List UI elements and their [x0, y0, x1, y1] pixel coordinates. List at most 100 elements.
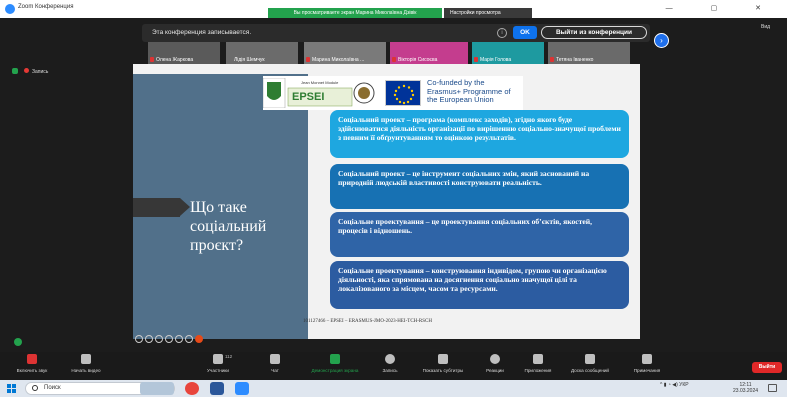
notes-label: Примечания — [633, 368, 661, 373]
apps-label: Приложения — [524, 368, 552, 373]
muted-mic-icon — [474, 57, 478, 62]
apps-icon — [533, 354, 543, 364]
participant-tile[interactable]: Олена Жаркова — [148, 42, 220, 64]
chrome-icon[interactable] — [185, 382, 199, 395]
tool-icon[interactable] — [145, 335, 153, 343]
captions-label: Показать субтитры — [422, 368, 464, 373]
participant-name: Марина Миколаївна ... — [312, 57, 365, 63]
participants-count: 112 — [225, 354, 233, 359]
muted-mic-icon — [550, 57, 554, 62]
info-icon[interactable]: i — [497, 28, 507, 38]
definition-box: Соціальне проектування – це проектування… — [330, 212, 629, 257]
ok-button[interactable]: OK — [513, 26, 537, 39]
project-logo-text: EPSEI — [292, 91, 324, 103]
share-screen-button[interactable]: Демонстрация экрана — [305, 354, 365, 373]
svg-text:Jean Monnet Module: Jean Monnet Module — [301, 80, 339, 85]
captions-icon — [438, 354, 448, 364]
zoom-logo-icon — [5, 4, 15, 14]
view-menu[interactable]: Вид — [761, 24, 770, 30]
notifications-icon[interactable] — [768, 384, 777, 392]
muted-mic-icon — [392, 57, 396, 62]
reactions-icon — [490, 354, 500, 364]
definition-box: Соціальне проектування – конструювання і… — [330, 261, 629, 309]
windows-start-icon[interactable] — [7, 384, 16, 393]
slide-question: Що таке соціальний проєкт? — [190, 199, 267, 254]
definition-box: Соціальний проект – це інструмент соціал… — [330, 164, 629, 209]
slide-annotation-tools — [135, 330, 205, 343]
mute-label: Включить звук — [16, 368, 48, 373]
participant-name: Лідія Шемчук — [234, 57, 265, 63]
share-label: Демонстрация экрана — [311, 368, 359, 373]
record-button[interactable]: Запись — [360, 354, 420, 373]
project-logo-icon: Jean Monnet Module EPSEI — [263, 78, 375, 108]
video-button[interactable]: Начать видео — [56, 354, 116, 373]
participant-name: Тетяна Іваненко — [556, 57, 594, 63]
participant-tile[interactable]: Тетяна Іваненко — [548, 42, 630, 64]
tool-icon[interactable] — [195, 335, 203, 343]
recording-indicator-label: Запись — [32, 69, 49, 75]
leave-button[interactable]: Выйти — [752, 362, 782, 373]
notes-icon — [642, 354, 652, 364]
search-icon — [32, 385, 38, 391]
chat-label: Чат — [271, 368, 279, 373]
whiteboard-button[interactable]: Доска сообщений — [560, 354, 620, 373]
captions-button[interactable]: Показать субтитры — [413, 354, 473, 373]
taskbar-clock[interactable]: 12:11 23.03.2024 — [733, 382, 758, 394]
video-label: Начать видео — [71, 368, 101, 373]
chat-button[interactable]: Чат — [245, 354, 305, 373]
video-off-icon — [81, 354, 91, 364]
meeting-toolbar: Включить звук Начать видео 112 Участники … — [0, 352, 787, 380]
annotate-pencil-icon[interactable] — [14, 338, 22, 346]
windows-taskbar: Поиск ^ ▮ ◔ ◀) УКР 12:11 23.03.2024 — [0, 380, 787, 397]
share-screen-icon — [330, 354, 340, 364]
window-controls[interactable]: — ▢ ✕ — [666, 4, 779, 12]
clock-date: 23.03.2024 — [733, 388, 759, 394]
whiteboard-label: Доска сообщений — [571, 368, 609, 373]
participant-name: Вікторія Сисоєва — [398, 57, 438, 63]
muted-mic-icon — [306, 57, 310, 62]
slide-logos: Jean Monnet Module EPSEI Co-funded by th… — [263, 76, 523, 110]
system-tray[interactable]: ^ ▮ ◔ ◀) УКР — [660, 382, 689, 388]
whiteboard-icon — [585, 354, 595, 364]
notes-button[interactable]: Примечания — [617, 354, 677, 373]
next-page-icon[interactable]: › — [654, 33, 669, 48]
participant-name: Олена Жаркова — [156, 57, 194, 63]
tool-icon[interactable] — [155, 335, 163, 343]
recording-message: Эта конференция записывается. — [152, 29, 252, 36]
zoom-taskbar-icon[interactable] — [235, 382, 249, 395]
tool-icon[interactable] — [175, 335, 183, 343]
mute-button[interactable]: Включить звук — [2, 354, 62, 373]
security-shield-icon — [12, 68, 18, 74]
word-icon[interactable] — [210, 382, 224, 395]
share-banner: Вы просматриваете экран Марина Миколаївн… — [268, 8, 442, 18]
record-label: Запись — [382, 368, 398, 373]
slide-arrow-shape — [133, 198, 190, 217]
record-icon — [385, 354, 395, 364]
participants-button[interactable]: 112 Участники — [188, 354, 248, 373]
participant-tile[interactable]: Марія Голова — [472, 42, 544, 64]
leave-meeting-button[interactable]: Выйти из конференции — [541, 26, 647, 39]
tool-icon[interactable] — [135, 335, 143, 343]
record-dot-icon — [24, 68, 29, 73]
eu-flag-icon — [385, 80, 421, 106]
taskbar-weather-icon[interactable] — [140, 382, 174, 395]
view-settings-button[interactable]: Настройки просмотра — [444, 8, 532, 18]
participant-name: Марія Голова — [480, 57, 512, 63]
participant-tile[interactable]: Марина Миколаївна ... — [304, 42, 386, 64]
chat-icon — [270, 354, 280, 364]
participant-tile[interactable]: Лідія Шемчук — [226, 42, 298, 64]
mic-muted-icon — [27, 354, 37, 364]
apps-button[interactable]: Приложения — [508, 354, 568, 373]
window-title: Zoom Конференция — [18, 4, 74, 10]
eu-cofunded-text: Co-funded by the Erasmus+ Programme of t… — [427, 78, 511, 104]
recording-indicator[interactable]: Запись — [24, 68, 48, 75]
definition-box: Соціальний проект – програма (комплекс з… — [330, 110, 629, 158]
tool-icon[interactable] — [185, 335, 193, 343]
slide-footer: 101127466 – EPSEI – ERASMUS-JMO-2023-HEI… — [303, 319, 432, 324]
recording-notice: Эта конференция записывается. i OK Выйти… — [142, 24, 650, 42]
shared-screen-slide: Що таке соціальний проєкт? Jean Monnet M… — [133, 64, 640, 343]
tool-icon[interactable] — [165, 335, 173, 343]
participants-icon — [213, 354, 223, 364]
participants-label: Участники — [207, 368, 229, 373]
participant-tile[interactable]: Вікторія Сисоєва — [390, 42, 468, 64]
